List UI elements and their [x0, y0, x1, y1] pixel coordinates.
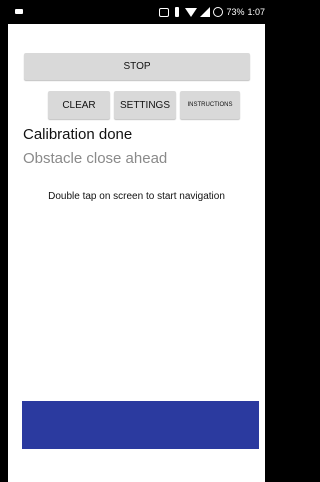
clear-button[interactable]: CLEAR: [48, 91, 110, 119]
battery-percent: 73%: [226, 7, 245, 17]
clock: 1:07: [247, 7, 265, 17]
instructions-button[interactable]: INSTRUCTIONS: [180, 91, 240, 119]
app-screen[interactable]: 73% 1:07 STOP CLEAR SETTINGS INSTRUCTION…: [8, 0, 265, 482]
signal-icon: [200, 7, 211, 17]
stop-button[interactable]: STOP: [24, 53, 250, 80]
notification-icon: [15, 9, 23, 14]
status-bar: 73% 1:07: [8, 0, 265, 24]
wifi-icon: [185, 7, 198, 17]
status-icons: 73% 1:07: [159, 0, 265, 24]
navigation-hint: Double tap on screen to start navigation: [48, 191, 225, 202]
vibrate-icon: [172, 7, 182, 17]
battery-icon: [213, 7, 224, 17]
calibration-status: Calibration done: [23, 126, 133, 143]
settings-button[interactable]: SETTINGS: [114, 91, 176, 119]
navigation-panel[interactable]: [22, 401, 259, 449]
nfc-icon: [159, 7, 170, 17]
obstacle-status: Obstacle close ahead: [23, 150, 168, 167]
